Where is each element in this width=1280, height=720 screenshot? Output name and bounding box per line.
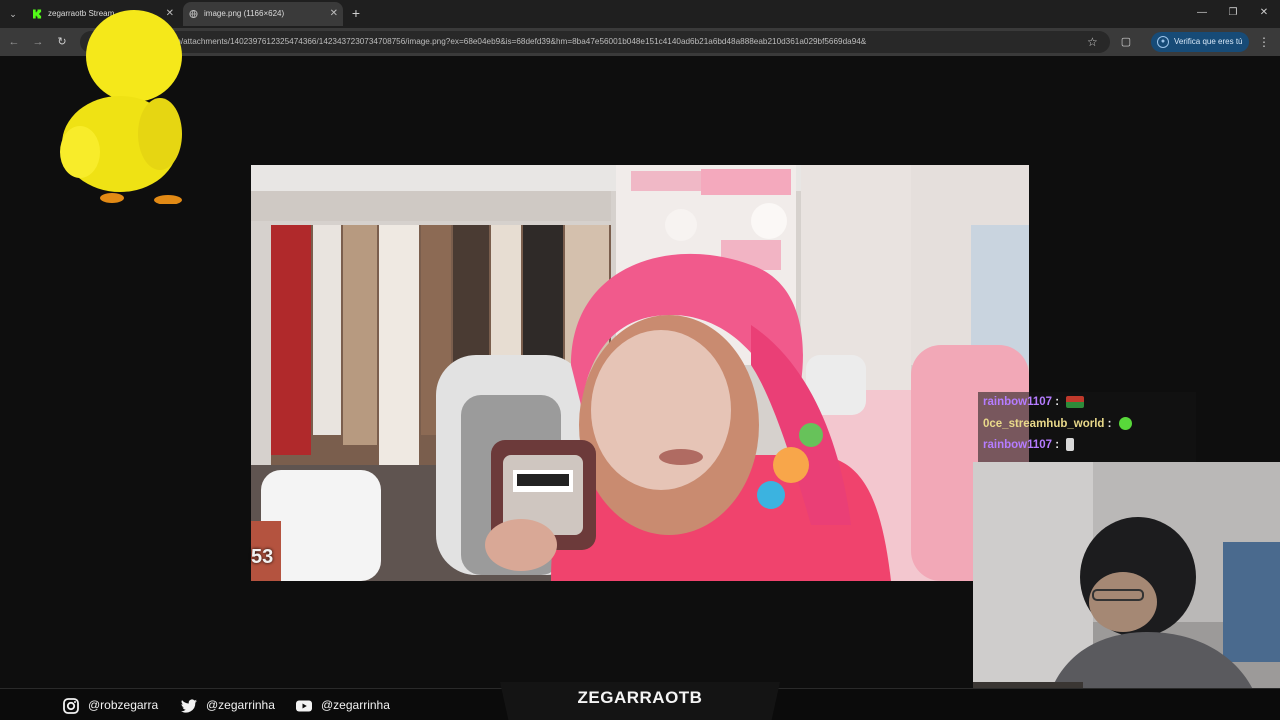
close-tab-icon[interactable]: ✕	[330, 2, 338, 26]
chat-separator: :	[1107, 418, 1112, 430]
youtube-icon	[296, 700, 312, 712]
flag-emote-icon	[1066, 395, 1085, 408]
tab-title: image.png (1166×624)	[204, 9, 285, 18]
puzzle-icon[interactable]: ▢	[1118, 33, 1134, 51]
chat-message: rainbow1107 :	[983, 436, 1075, 454]
window-close-icon[interactable]: ✕	[1255, 4, 1273, 22]
back-arrow-icon[interactable]: ←	[5, 33, 23, 51]
stream-timer: 53	[251, 546, 274, 568]
webcam-scene	[973, 462, 1280, 720]
youtube-handle: @zegarrinha	[295, 689, 390, 720]
chat-username: rainbow1107	[983, 439, 1053, 451]
main-stream-video	[251, 165, 1029, 581]
green-blob-emote-icon	[1118, 417, 1132, 431]
hand-emote-icon	[1066, 438, 1075, 452]
chat-separator: :	[1055, 396, 1060, 408]
forward-arrow-icon[interactable]: →	[29, 33, 47, 51]
twitter-bird-icon	[181, 699, 197, 713]
chat-separator: :	[1055, 439, 1060, 451]
chat-username: 0ce_streamhub_world	[983, 418, 1105, 430]
youtube-text: @zegarrinha	[321, 698, 390, 712]
chat-overlay: rainbow1107 : 0ce_streamhub_world : rain…	[978, 392, 1196, 462]
kebab-menu-icon[interactable]: ⋮	[1258, 33, 1270, 51]
new-tab-plus-icon[interactable]: +	[347, 4, 365, 22]
browser-tab-bar: ⌄ zegarraotb Stream ✕ image.png (1166×62…	[0, 0, 1280, 28]
profile-icon: ●	[1157, 36, 1169, 48]
star-icon[interactable]: ☆	[1087, 33, 1098, 51]
browser-toolbar: ← → ↻ m/attachments/1402397612325474366/…	[0, 28, 1280, 56]
screen: ⌄ zegarraotb Stream ✕ image.png (1166×62…	[0, 0, 1280, 720]
verify-label: Verifica que eres tú	[1174, 37, 1243, 46]
address-bar[interactable]: m/attachments/1402397612325474366/142343…	[80, 31, 1110, 53]
instagram-text: @robzegarra	[88, 698, 159, 712]
tab-search-chevron-down-icon[interactable]: ⌄	[4, 5, 22, 23]
instagram-icon	[63, 697, 79, 714]
twitter-text: @zegarrinha	[206, 698, 275, 712]
minimize-icon[interactable]: —	[1193, 4, 1211, 22]
verify-identity-button[interactable]: ● Verifica que eres tú	[1151, 32, 1249, 52]
chat-message: 0ce_streamhub_world :	[983, 415, 1132, 433]
url-text[interactable]: m/attachments/1402397612325474366/142343…	[174, 31, 1064, 53]
twitter-handle: @zegarrinha	[180, 689, 275, 720]
kick-logo-icon	[33, 9, 42, 19]
chat-username: rainbow1107	[983, 396, 1053, 408]
video-scene	[251, 165, 1029, 581]
chat-message: rainbow1107 :	[983, 393, 1085, 411]
streamer-webcam	[973, 462, 1280, 720]
instagram-handle: @robzegarra	[62, 689, 158, 720]
yellow-duck-sticker	[60, 10, 182, 204]
globe-icon	[189, 9, 198, 19]
channel-name: ZEGARRAOTB	[577, 688, 703, 707]
tab-image-png[interactable]: image.png (1166×624) ✕	[183, 2, 343, 26]
restore-icon[interactable]: ❐	[1224, 4, 1242, 22]
